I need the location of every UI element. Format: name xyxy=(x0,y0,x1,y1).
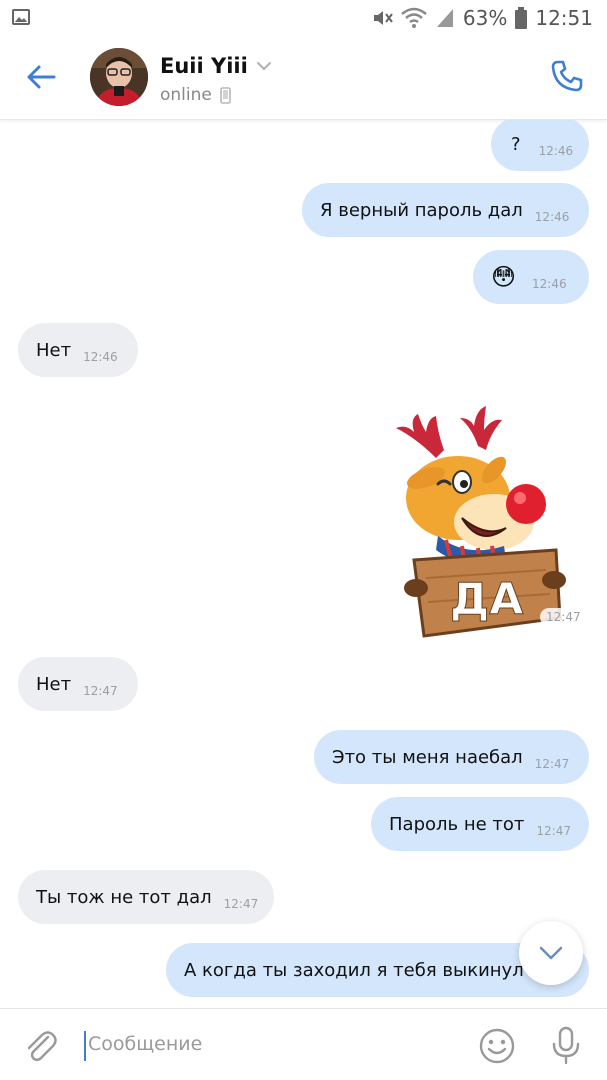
message-bubble-outgoing[interactable]: ? 12:46 xyxy=(491,120,589,171)
smiley-icon[interactable] xyxy=(478,1027,516,1065)
message-text: А когда ты заходил я тебя выкинул xyxy=(184,959,524,981)
chevron-down-icon[interactable] xyxy=(256,61,272,71)
message-bubble-outgoing[interactable]: Пароль не тот 12:47 xyxy=(371,797,589,851)
avatar-photo xyxy=(90,48,148,106)
clock: 12:51 xyxy=(535,6,593,30)
chat-header: Euii Yiii online xyxy=(0,36,607,120)
phone-icon xyxy=(551,60,583,92)
contact-name[interactable]: Euii Yiii xyxy=(160,54,248,78)
chevron-down-icon xyxy=(539,946,563,960)
status-bar: 63% 12:51 xyxy=(0,0,607,36)
message-text: Ты тож не тот дал xyxy=(36,886,212,908)
arrow-left-icon xyxy=(27,65,56,89)
message-time: 12:46 xyxy=(534,210,570,224)
mobile-device-icon xyxy=(220,86,231,104)
message-text: Нет xyxy=(36,339,72,361)
scroll-to-bottom-button[interactable] xyxy=(519,921,583,985)
message-composer: Сообщение xyxy=(0,1008,607,1080)
text-cursor xyxy=(84,1031,86,1061)
microphone-icon[interactable] xyxy=(550,1025,582,1065)
online-status: online xyxy=(160,85,212,105)
message-text: Это ты меня наебал xyxy=(332,746,523,768)
message-bubble-outgoing[interactable]: 😳 12:46 xyxy=(473,250,589,304)
flushed-face-emoji: 😳 xyxy=(491,263,517,291)
paperclip-icon[interactable] xyxy=(22,1027,58,1063)
message-time: 12:46 xyxy=(538,144,574,158)
message-time: 12:47 xyxy=(540,608,587,626)
battery-icon xyxy=(515,7,528,29)
gallery-notification-icon xyxy=(12,9,30,25)
message-bubble-incoming[interactable]: Нет 12:46 xyxy=(18,323,138,377)
message-time: 12:47 xyxy=(534,757,570,771)
mute-icon xyxy=(373,11,393,25)
message-bubble-incoming[interactable]: Нет 12:47 xyxy=(18,657,138,711)
message-time: 12:46 xyxy=(83,350,118,364)
sticker-caption: ДА xyxy=(450,574,523,625)
avatar[interactable] xyxy=(90,48,148,106)
message-input[interactable]: Сообщение xyxy=(88,1033,202,1055)
message-bubble-outgoing[interactable]: Я верный пароль дал 12:46 xyxy=(302,183,589,237)
reindeer-sticker[interactable]: ДА xyxy=(366,388,588,638)
signal-icon xyxy=(436,9,453,27)
message-text: Я верный пароль дал xyxy=(320,199,523,221)
sticker-image: ДА xyxy=(396,406,566,638)
message-list[interactable]: ? 12:46 Я верный пароль дал 12:46 😳 12:4… xyxy=(0,120,607,1008)
wifi-icon xyxy=(401,7,427,28)
battery-percent: 63% xyxy=(462,6,508,30)
message-time: 12:47 xyxy=(83,684,118,698)
message-text: Пароль не тот xyxy=(389,813,525,835)
message-time: 12:47 xyxy=(536,824,571,838)
message-text: Нет xyxy=(36,673,72,695)
back-button[interactable] xyxy=(24,60,58,94)
message-time: 12:47 xyxy=(223,897,259,911)
message-bubble-outgoing[interactable]: Это ты меня наебал 12:47 xyxy=(314,730,589,784)
message-time: 12:46 xyxy=(532,277,567,291)
message-bubble-incoming[interactable]: Ты тож не тот дал 12:47 xyxy=(18,870,274,924)
call-button[interactable] xyxy=(549,58,585,94)
message-text: ? xyxy=(511,133,521,155)
